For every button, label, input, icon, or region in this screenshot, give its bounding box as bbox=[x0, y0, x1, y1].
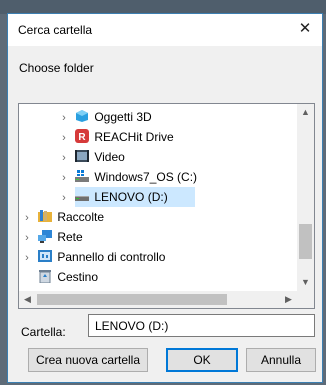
tree-item-oggetti-3d[interactable]: › Oggetti 3D bbox=[19, 107, 297, 127]
scroll-down-icon[interactable]: ▼ bbox=[297, 274, 314, 291]
scroll-right-icon[interactable]: ▶ bbox=[280, 291, 297, 308]
network-icon bbox=[38, 230, 53, 243]
dialog-prompt: Choose folder bbox=[19, 61, 94, 75]
vertical-scrollbar[interactable]: ▲ ▼ bbox=[297, 104, 314, 291]
tree-item-raccolte[interactable]: › Raccolte bbox=[19, 207, 297, 227]
tree-item-label: Video bbox=[94, 150, 125, 164]
tree-item-rete[interactable]: › Rete bbox=[19, 227, 297, 247]
expand-chevron-icon[interactable]: › bbox=[20, 228, 34, 248]
tree-item-label: Oggetti 3D bbox=[94, 110, 152, 124]
objects-3d-icon bbox=[76, 110, 89, 122]
tree-item-label: REACHit Drive bbox=[94, 130, 174, 144]
tree-item-pannello-di-controllo[interactable]: › Pannello di controllo bbox=[19, 247, 297, 267]
folder-field-label: Cartella: bbox=[21, 325, 66, 339]
desktop-background bbox=[0, 0, 326, 14]
ok-button[interactable]: OK bbox=[166, 348, 238, 372]
folder-tree[interactable]: › Oggetti 3D › R REACHit Drive › Video › … bbox=[18, 103, 315, 309]
recycle-bin-icon bbox=[39, 270, 52, 283]
browse-folder-dialog: Cerca cartella ✕ Choose folder › Oggetti… bbox=[7, 13, 323, 383]
expand-chevron-icon[interactable]: › bbox=[57, 148, 71, 168]
folder-name-input[interactable] bbox=[88, 314, 315, 337]
tree-item-lenovo-d[interactable]: › LENOVO (D:) bbox=[57, 187, 195, 208]
expand-chevron-icon[interactable]: › bbox=[57, 128, 71, 148]
cancel-button[interactable]: Annulla bbox=[246, 348, 316, 372]
scroll-up-icon[interactable]: ▲ bbox=[297, 104, 314, 121]
horizontal-scroll-thumb[interactable] bbox=[37, 294, 227, 305]
drive-icon bbox=[75, 196, 90, 201]
vertical-scroll-thumb[interactable] bbox=[299, 224, 312, 259]
tree-item-label: LENOVO (D:) bbox=[94, 190, 168, 204]
scrollbar-corner bbox=[297, 291, 314, 308]
tree-item-label: Pannello di controllo bbox=[57, 250, 166, 264]
expand-chevron-icon[interactable]: › bbox=[57, 188, 71, 208]
close-icon[interactable]: ✕ bbox=[292, 17, 318, 41]
horizontal-scrollbar[interactable]: ◀ ▶ bbox=[19, 291, 297, 308]
tree-item-reachit-drive[interactable]: › R REACHit Drive bbox=[19, 127, 297, 147]
new-folder-button[interactable]: Crea nuova cartella bbox=[28, 348, 148, 372]
dialog-title: Cerca cartella bbox=[18, 23, 93, 37]
reachit-drive-icon: R bbox=[75, 129, 90, 143]
tree-item-label: Raccolte bbox=[57, 210, 105, 224]
expand-chevron-icon[interactable]: › bbox=[20, 208, 34, 228]
tree-item-label: Windows7_OS (C:) bbox=[94, 170, 198, 184]
tree-item-label: Cestino bbox=[57, 270, 99, 284]
expand-chevron-icon[interactable]: › bbox=[20, 248, 34, 268]
windows-drive-icon bbox=[75, 170, 90, 182]
tree-item-label: Rete bbox=[57, 230, 83, 244]
tree-item-cestino[interactable]: Cestino bbox=[19, 267, 297, 287]
title-bar: Cerca cartella ✕ bbox=[8, 14, 322, 46]
video-folder-icon bbox=[75, 150, 90, 162]
tree-item-video[interactable]: › Video bbox=[19, 147, 297, 167]
expand-chevron-icon[interactable]: › bbox=[57, 108, 71, 128]
control-panel-icon bbox=[38, 250, 53, 262]
svg-text:R: R bbox=[79, 132, 87, 143]
expand-chevron-icon[interactable]: › bbox=[57, 168, 71, 188]
tree-item-windows7-os[interactable]: › Windows7_OS (C:) bbox=[19, 167, 297, 187]
scroll-left-icon[interactable]: ◀ bbox=[19, 291, 36, 308]
libraries-icon bbox=[38, 210, 53, 222]
